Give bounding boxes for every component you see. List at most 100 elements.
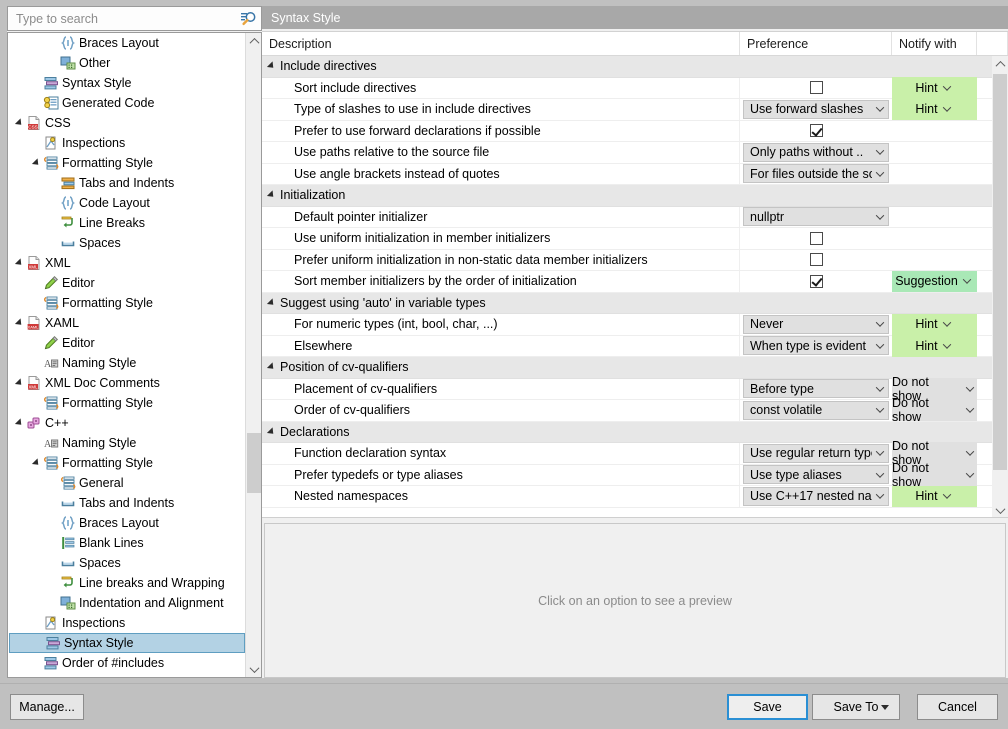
cancel-button[interactable]: Cancel (917, 694, 998, 720)
tree-item-css[interactable]: CSSCSS (8, 113, 246, 133)
tree-scroll-down-icon[interactable] (246, 661, 262, 677)
preference-dropdown[interactable]: Use regular return types (743, 444, 889, 463)
preference-dropdown[interactable]: Only paths without .. (743, 143, 889, 162)
tree-expander-icon[interactable] (12, 373, 25, 393)
option-row[interactable]: Prefer to use forward declarations if po… (262, 121, 992, 143)
notify-severity-dropdown[interactable]: Suggestion (892, 271, 977, 293)
settings-tree[interactable]: Braces LayoutOtherSyntax StyleGenerated … (7, 32, 262, 678)
tree-item-line-breaks[interactable]: Line Breaks (8, 213, 246, 233)
tree-item-xml[interactable]: XMLXML (8, 253, 246, 273)
tree-item-tabs-and-indents[interactable]: Tabs and Indents (8, 173, 246, 193)
preference-dropdown[interactable]: Use type aliases (743, 465, 889, 484)
tree-item-code-layout[interactable]: Code Layout (8, 193, 246, 213)
tree-item-inspections[interactable]: Inspections (8, 613, 246, 633)
tree-expander-icon[interactable] (12, 113, 25, 133)
tree-item-line-breaks-and-wrapping[interactable]: Line breaks and Wrapping (8, 573, 246, 593)
notify-severity-dropdown[interactable]: Hint (892, 99, 977, 121)
chevron-down-icon[interactable] (872, 472, 888, 478)
column-header-preference[interactable]: Preference (740, 32, 892, 55)
tree-scroll-up-icon[interactable] (246, 33, 262, 49)
grid-scrollbar[interactable] (992, 56, 1008, 518)
preference-dropdown[interactable]: Use C++17 nested name (743, 487, 889, 506)
tree-item-blank-lines[interactable]: Blank Lines (8, 533, 246, 553)
option-row[interactable]: Use uniform initialization in member ini… (262, 228, 992, 250)
search-input[interactable]: Type to search (8, 12, 235, 26)
chevron-down-icon[interactable] (963, 472, 977, 478)
tree-expander-icon[interactable] (12, 253, 25, 273)
option-row[interactable]: Function declaration syntaxUse regular r… (262, 443, 992, 465)
chevron-down-icon[interactable] (872, 171, 888, 177)
notify-severity-dropdown[interactable]: Hint (892, 314, 977, 336)
tree-item-syntax-style[interactable]: Syntax Style (8, 73, 246, 93)
column-header-notify-with[interactable]: Notify with (892, 32, 977, 55)
preference-dropdown[interactable]: Before type (743, 379, 889, 398)
tree-item-c[interactable]: C++ (8, 413, 246, 433)
chevron-down-icon[interactable] (940, 343, 954, 349)
tree-scrollbar-thumb[interactable] (247, 433, 261, 493)
grid-scroll-up-icon[interactable] (992, 56, 1008, 72)
chevron-down-icon[interactable] (963, 407, 977, 413)
option-row[interactable]: Use paths relative to the source fileOnl… (262, 142, 992, 164)
option-row[interactable]: Order of cv-qualifiersconst volatileDo n… (262, 400, 992, 422)
tree-item-naming-style[interactable]: ANaming Style (8, 353, 246, 373)
checkbox-checked[interactable] (810, 124, 823, 137)
search-icon[interactable] (235, 7, 261, 30)
notify-severity-dropdown[interactable]: Hint (892, 335, 977, 357)
tree-item-tabs-and-indents[interactable]: Tabs and Indents (8, 493, 246, 513)
option-row[interactable]: Sort member initializers by the order of… (262, 271, 992, 293)
tree-item-order-of-includes[interactable]: Order of #includes (8, 653, 246, 673)
chevron-down-icon[interactable] (872, 386, 888, 392)
chevron-down-icon[interactable] (881, 705, 889, 710)
tree-item-spaces[interactable]: Spaces (8, 553, 246, 573)
group-expander-icon[interactable] (267, 363, 276, 372)
group-expander-icon[interactable] (267, 191, 276, 200)
chevron-down-icon[interactable] (940, 106, 954, 112)
option-row[interactable]: For numeric types (int, bool, char, ...)… (262, 314, 992, 336)
option-group-header[interactable]: Position of cv-qualifiers (262, 357, 992, 379)
tree-expander-icon[interactable] (12, 313, 25, 333)
chevron-down-icon[interactable] (872, 450, 888, 456)
manage-button[interactable]: Manage... (10, 694, 84, 720)
tree-expander-icon[interactable] (29, 453, 42, 473)
search-box[interactable]: Type to search (7, 6, 262, 31)
tree-item-xml-doc-comments[interactable]: XMLXML Doc Comments (8, 373, 246, 393)
chevron-down-icon[interactable] (940, 493, 954, 499)
tree-item-braces-layout[interactable]: Braces Layout (8, 33, 246, 53)
tree-item-spaces[interactable]: Spaces (8, 233, 246, 253)
tree-item-syntax-style[interactable]: Syntax Style (9, 633, 245, 653)
tree-item-formatting-style[interactable]: Formatting Style (8, 393, 246, 413)
tree-expander-icon[interactable] (29, 153, 42, 173)
tree-item-other[interactable]: Other (8, 53, 246, 73)
checkbox-unchecked[interactable] (810, 81, 823, 94)
preference-dropdown[interactable]: When type is evident (743, 336, 889, 355)
tree-item-braces-layout[interactable]: Braces Layout (8, 513, 246, 533)
tree-item-editor[interactable]: Editor (8, 273, 246, 293)
save-button[interactable]: Save (727, 694, 808, 720)
preference-dropdown[interactable]: const volatile (743, 401, 889, 420)
checkbox-checked[interactable] (810, 275, 823, 288)
chevron-down-icon[interactable] (872, 149, 888, 155)
tree-item-formatting-style[interactable]: Formatting Style (8, 453, 246, 473)
tree-item-general[interactable]: General (8, 473, 246, 493)
option-row[interactable]: Sort include directivesHint (262, 78, 992, 100)
chevron-down-icon[interactable] (872, 343, 888, 349)
chevron-down-icon[interactable] (872, 321, 888, 327)
option-group-header[interactable]: Include directives (262, 56, 992, 78)
chevron-down-icon[interactable] (872, 493, 888, 499)
tree-item-editor[interactable]: Editor (8, 333, 246, 353)
notify-severity-dropdown[interactable]: Do not show (892, 464, 977, 486)
tree-item-naming-style[interactable]: ANaming Style (8, 433, 246, 453)
group-expander-icon[interactable] (267, 62, 276, 71)
option-row[interactable]: Prefer typedefs or type aliasesUse type … (262, 465, 992, 487)
grid-scrollbar-thumb[interactable] (993, 74, 1007, 470)
chevron-down-icon[interactable] (872, 214, 888, 220)
tree-item-indentation-and-alignment[interactable]: Indentation and Alignment (8, 593, 246, 613)
preference-dropdown[interactable]: Never (743, 315, 889, 334)
chevron-down-icon[interactable] (940, 321, 954, 327)
notify-severity-dropdown[interactable]: Do not show (892, 400, 977, 422)
preference-dropdown[interactable]: Use forward slashes (743, 100, 889, 119)
option-row[interactable]: ElsewhereWhen type is evidentHint (262, 336, 992, 358)
notify-severity-dropdown[interactable]: Hint (892, 486, 977, 508)
tree-item-xaml[interactable]: XAMLXAML (8, 313, 246, 333)
chevron-down-icon[interactable] (940, 85, 954, 91)
